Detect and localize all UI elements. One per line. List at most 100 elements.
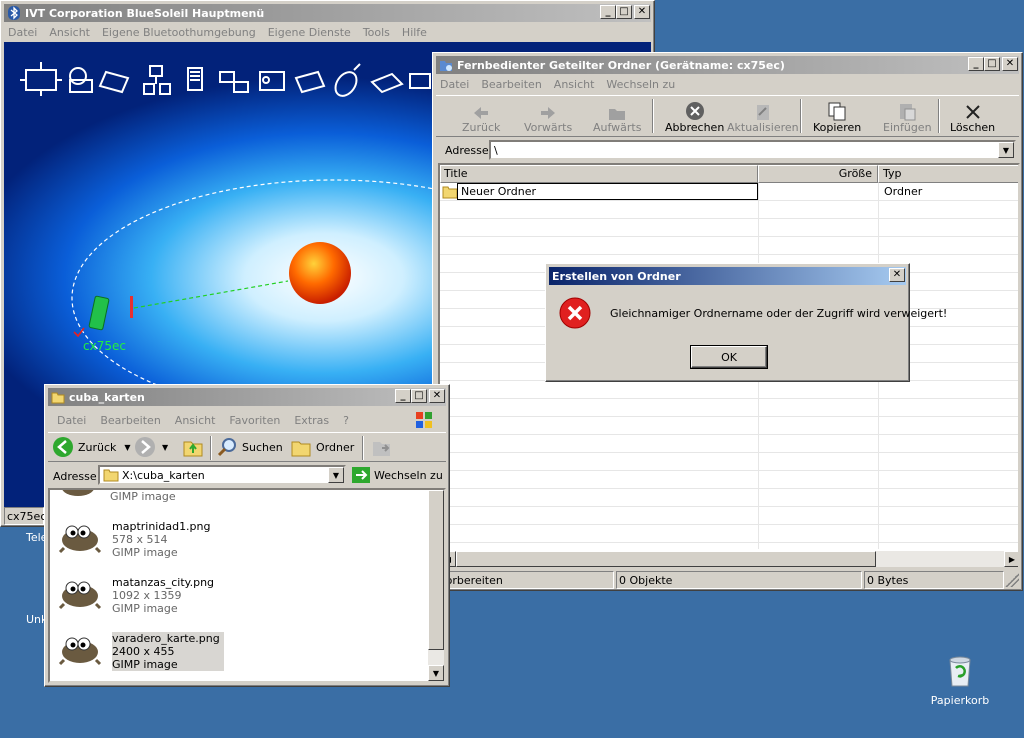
menu-help[interactable]: ? (343, 414, 349, 427)
device-label[interactable]: cx75ec (83, 339, 126, 353)
menu-extras[interactable]: Extras (294, 414, 329, 427)
address-combo[interactable]: X:\cuba_karten ▼ (98, 465, 346, 485)
recycle-bin[interactable]: Papierkorb (928, 654, 992, 714)
menu-datei[interactable]: Datei (440, 78, 469, 91)
paste-icon (900, 104, 916, 121)
move-to-icon[interactable] (370, 436, 392, 458)
go-arrow-icon (352, 467, 370, 483)
back-arrow-icon (474, 107, 489, 119)
local-device-sphere[interactable] (289, 242, 351, 304)
maximize-button[interactable]: □ (411, 389, 427, 403)
remote-menubar: Datei Bearbeiten Ansicht Wechseln zu (436, 75, 1019, 93)
folders-icon (291, 441, 311, 457)
list-item[interactable]: matanzas_city.png 1092 x 1359 GIMP image (58, 576, 214, 615)
recycle-bin-label: Papierkorb (930, 694, 990, 707)
horizontal-scrollbar[interactable]: ◀ ▶ (440, 551, 1018, 567)
menu-eigene-bluetoothumgebung[interactable]: Eigene Bluetoothumgebung (102, 26, 256, 39)
shared-folder-icon (440, 61, 452, 71)
scroll-right-button[interactable]: ▶ (1004, 551, 1018, 567)
remote-toolbar: Zurück Vorwärts Aufwärts Abbrechen Aktua… (436, 95, 1019, 137)
back-button[interactable]: Zurück ▼ (52, 436, 131, 458)
file-type: GIMP image (112, 602, 178, 615)
back-button[interactable]: Zurück (462, 98, 500, 134)
minimize-button[interactable]: _ (600, 5, 616, 19)
menu-bearbeiten[interactable]: Bearbeiten (481, 78, 541, 91)
close-button[interactable]: ✕ (634, 5, 650, 19)
menu-ansicht[interactable]: Ansicht (554, 78, 595, 91)
list-item-partial[interactable]: GIMP image (58, 490, 176, 503)
error-icon (559, 297, 591, 329)
maximize-button[interactable]: □ (616, 5, 632, 19)
folder-icon (103, 469, 119, 482)
column-header-type[interactable]: Typ (878, 165, 1018, 183)
gimp-icon (58, 581, 102, 610)
scroll-thumb[interactable] (456, 551, 876, 567)
file-name: maptrinidad1.png (112, 520, 211, 533)
column-header-size[interactable]: Größe (758, 165, 878, 183)
file-dims: 578 x 514 (112, 533, 168, 546)
copy-button[interactable]: Kopieren (813, 98, 861, 134)
gimp-icon (58, 637, 102, 666)
menu-wechseln-zu[interactable]: Wechseln zu (606, 78, 675, 91)
menu-favoriten[interactable]: Favoriten (229, 414, 280, 427)
folder-icon (442, 186, 458, 199)
address-value: X:\cuba_karten (122, 468, 205, 482)
minimize-button[interactable]: _ (968, 57, 984, 71)
scroll-down-button[interactable]: ▼ (428, 665, 444, 681)
list-item-selected[interactable]: varadero_karte.png 2400 x 455 GIMP image (58, 632, 224, 671)
bluetooth-icon (8, 6, 20, 20)
menu-ansicht[interactable]: Ansicht (49, 26, 90, 39)
up-button[interactable]: Aufwärts (593, 98, 641, 134)
scroll-thumb[interactable] (428, 490, 444, 650)
menu-datei[interactable]: Datei (8, 26, 37, 39)
menu-hilfe[interactable]: Hilfe (402, 26, 427, 39)
file-name: matanzas_city.png (112, 576, 215, 589)
close-button[interactable]: ✕ (1002, 57, 1018, 71)
explorer-file-area: GIMP image maptrinidad1.png 578 x 514 GI… (48, 488, 446, 683)
menu-ansicht[interactable]: Ansicht (175, 414, 216, 427)
go-button[interactable]: Wechseln zu (352, 467, 443, 483)
menu-datei[interactable]: Datei (57, 414, 86, 427)
address-combo[interactable]: \ ▼ (489, 140, 1016, 160)
status-text: cx75ec (7, 509, 47, 523)
menu-tools[interactable]: Tools (363, 26, 390, 39)
window-title: cuba_karten (69, 390, 145, 404)
phone-device-icon[interactable] (73, 295, 133, 338)
dialog-titlebar[interactable]: Erstellen von Ordner (549, 267, 906, 285)
address-label: Adresse (445, 144, 489, 157)
window-title: Fernbedienter Geteilter Ordner (Gerätnam… (457, 58, 785, 72)
file-dims: 1092 x 1359 (112, 589, 182, 602)
address-dropdown-button[interactable]: ▼ (998, 142, 1014, 158)
column-header-title[interactable]: Title (440, 165, 758, 183)
delete-button[interactable]: Löschen (950, 98, 995, 134)
remote-titlebar[interactable]: Fernbedienter Geteilter Ordner (Gerätnam… (436, 56, 1019, 74)
close-button[interactable]: ✕ (889, 268, 905, 282)
row-title[interactable]: Neuer Ordner (457, 183, 758, 200)
ok-button[interactable]: OK (690, 345, 768, 369)
forward-button[interactable]: Vorwärts (524, 98, 572, 134)
close-button[interactable]: ✕ (429, 389, 445, 403)
vertical-scrollbar[interactable]: ▼ (428, 490, 444, 681)
bluesoleil-titlebar[interactable]: IVT Corporation BlueSoleil Hauptmenü (4, 4, 651, 22)
explorer-menubar: Datei Bearbeiten Ansicht Favoriten Extra… (48, 411, 446, 429)
search-button[interactable]: Suchen (216, 436, 283, 458)
gimp-icon (62, 490, 94, 496)
minimize-button[interactable]: _ (395, 389, 411, 403)
forward-button[interactable]: ▼ (134, 436, 168, 458)
search-icon (217, 438, 236, 457)
folders-button[interactable]: Ordner (290, 436, 354, 458)
dialog-message: Gleichnamiger Ordnername oder der Zugrif… (610, 307, 948, 320)
menu-eigene-dienste[interactable]: Eigene Dienste (268, 26, 351, 39)
address-dropdown-button[interactable]: ▼ (328, 467, 344, 483)
cancel-button[interactable]: Abbrechen (665, 98, 724, 134)
menu-bearbeiten[interactable]: Bearbeiten (100, 414, 160, 427)
explorer-titlebar[interactable]: cuba_karten (48, 388, 446, 406)
refresh-button[interactable]: Aktualisieren (727, 98, 799, 134)
list-item[interactable]: maptrinidad1.png 578 x 514 GIMP image (58, 520, 211, 559)
up-folder-icon[interactable] (182, 436, 204, 458)
table-row[interactable]: Neuer Ordner Ordner (440, 183, 1018, 201)
error-dialog: Erstellen von Ordner ✕ Gleichnamiger Ord… (545, 263, 947, 382)
paste-button[interactable]: Einfügen (883, 98, 932, 134)
maximize-button[interactable]: □ (984, 57, 1000, 71)
resize-grip[interactable] (1005, 573, 1019, 587)
